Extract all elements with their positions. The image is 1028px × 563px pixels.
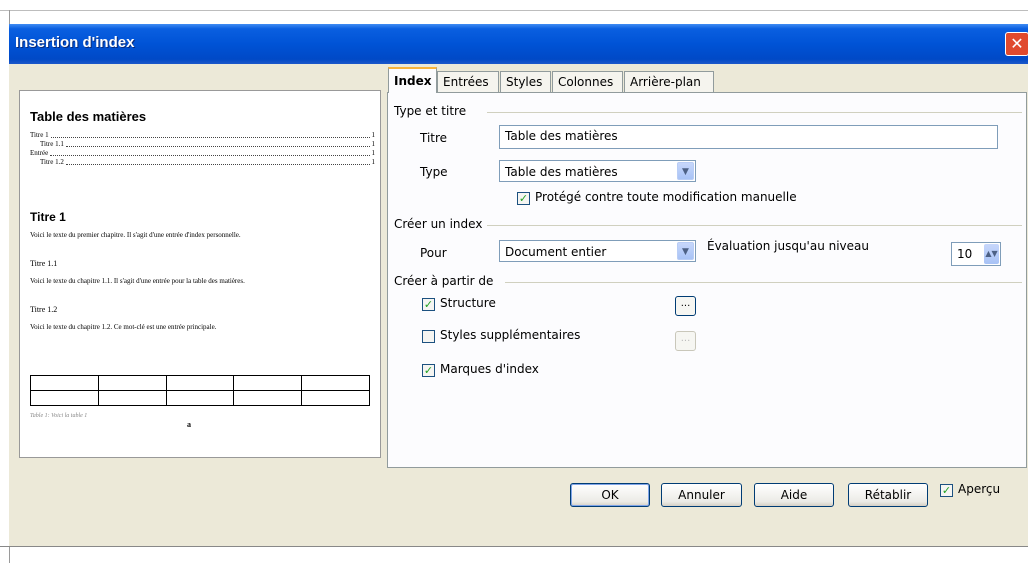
tab-label: Styles	[506, 75, 543, 89]
styles-supplementaires-checkbox[interactable]	[422, 330, 435, 343]
checkmark-icon: ✓	[423, 364, 434, 377]
styles-supplementaires-label: Styles supplémentaires	[440, 328, 580, 342]
group-header-text: Créer à partir de	[394, 274, 494, 288]
structure-label: Structure	[440, 296, 496, 310]
ellipsis-icon: ...	[680, 333, 691, 344]
type-label-text: Type	[420, 165, 448, 179]
pour-label: Pour	[420, 246, 447, 260]
help-button[interactable]: Aide	[754, 483, 834, 507]
evaluation-label: Évaluation jusqu'au niveau	[707, 239, 869, 253]
toc-entry-text: Titre 1.2	[40, 158, 64, 166]
preview-table	[30, 375, 370, 406]
tab-label: Index	[394, 74, 432, 88]
toc-entry-page: 1	[371, 140, 376, 148]
toc-entry-text: Titre 1.1	[40, 140, 64, 148]
preview-subheading: Titre 1.2	[30, 305, 58, 314]
preview-toc-title: Table des matières	[30, 109, 147, 124]
help-button-label: Aide	[780, 488, 808, 502]
ellipsis-icon: ...	[680, 298, 691, 309]
preview-body-text: Voici le texte du premier chapitre. Il s…	[30, 231, 241, 239]
styles-supplementaires-label-text: Styles supplémentaires	[440, 328, 581, 342]
apercu-label-text: Aperçu	[958, 482, 1001, 496]
tab-index[interactable]: Index	[388, 67, 437, 93]
pour-label-text: Pour	[420, 246, 447, 260]
toc-entry-text: Entrée	[30, 149, 49, 157]
tab-entrees[interactable]: Entrées	[437, 71, 499, 92]
group-separator	[487, 225, 1022, 226]
group-separator	[505, 282, 1022, 283]
cancel-button[interactable]: Annuler	[661, 483, 742, 507]
tab-label: Entrées	[443, 75, 489, 89]
preview-heading: Titre 1	[30, 210, 66, 224]
structure-label-text: Structure	[440, 296, 496, 310]
preview-subheading: Titre 1.1	[30, 259, 58, 268]
group-header-text: Type et titre	[394, 104, 467, 118]
checkmark-icon: ✓	[941, 484, 952, 497]
protect-label: Protégé contre toute modification manuel…	[535, 190, 797, 204]
preview-body-text: Voici le texte du chapitre 1.1. Il s'agi…	[30, 277, 245, 285]
pour-select-value: Document entier	[505, 245, 607, 259]
evaluation-label-text: Évaluation jusqu'au niveau	[707, 239, 869, 253]
preview-index-mark: a	[187, 420, 191, 429]
evaluation-level-spinner[interactable]: 10 ▲▼	[951, 242, 1001, 266]
window-title: Insertion d'index	[15, 34, 135, 51]
preview-body-text: Voici le texte du chapitre 1.2. Ce mot-c…	[30, 323, 217, 331]
ok-button[interactable]: OK	[570, 483, 650, 507]
checkmark-icon: ✓	[518, 192, 529, 205]
preview-toc-entry: Titre 1 1	[30, 131, 375, 139]
evaluation-level-value: 10	[957, 247, 973, 261]
marques-index-label: Marques d'index	[440, 362, 539, 376]
cancel-button-label: Annuler	[678, 488, 725, 502]
tab-styles[interactable]: Styles	[500, 71, 551, 92]
tab-label: Colonnes	[558, 75, 614, 89]
titre-input[interactable]: Table des matières	[499, 125, 998, 149]
close-icon: ✕	[1010, 34, 1024, 53]
protect-label-text: Protégé contre toute modification manuel…	[535, 190, 797, 204]
structure-browse-button[interactable]: ...	[675, 296, 696, 316]
protect-checkbox[interactable]: ✓	[517, 192, 530, 205]
styles-browse-button[interactable]: ...	[675, 331, 696, 351]
preview-table-caption: Table 1: Voici la table 1	[30, 413, 88, 419]
group-header-type-titre: Type et titre	[394, 104, 466, 118]
reset-button[interactable]: Rétablir	[848, 483, 928, 507]
background-divider-bottom	[0, 546, 1028, 547]
type-label: Type	[420, 165, 448, 179]
preview-toc-entry: Titre 1.1 1	[40, 140, 375, 148]
preview-toc-entry: Titre 1.2 1	[40, 158, 375, 166]
close-button[interactable]: ✕	[1005, 32, 1028, 56]
apercu-checkbox[interactable]: ✓	[940, 484, 953, 497]
marques-index-label-text: Marques d'index	[440, 362, 539, 376]
structure-checkbox[interactable]: ✓	[422, 298, 435, 311]
toc-entry-page: 1	[371, 131, 376, 139]
dialog-window: Insertion d'index ✕ Table des matières T…	[9, 24, 1028, 546]
pour-select[interactable]: Document entier ▼	[499, 240, 696, 262]
ok-button-label: OK	[601, 488, 619, 502]
checkmark-icon: ✓	[423, 298, 434, 311]
preview-pane: Table des matières Titre 1 1 Titre 1.1 1 E…	[19, 90, 381, 458]
background-divider-top	[0, 10, 1028, 11]
titre-input-value: Table des matières	[505, 129, 618, 143]
group-separator	[487, 112, 1022, 113]
tab-label: Arrière-plan	[630, 75, 701, 89]
preview-toc-entry: Entrée 1	[30, 149, 375, 157]
chevron-down-icon[interactable]: ▼	[677, 162, 694, 180]
spin-arrows-icon[interactable]: ▲▼	[984, 244, 999, 264]
toc-entry-page: 1	[371, 158, 376, 166]
apercu-label: Aperçu	[958, 482, 1000, 496]
group-header-creer-partir: Créer à partir de	[394, 274, 493, 288]
group-header-creer-index: Créer un index	[394, 217, 482, 231]
toc-entry-page: 1	[371, 149, 376, 157]
tab-arriere-plan[interactable]: Arrière-plan	[624, 71, 714, 92]
toc-entry-text: Titre 1	[30, 131, 49, 139]
tab-colonnes[interactable]: Colonnes	[552, 71, 623, 92]
type-select[interactable]: Table des matières ▼	[499, 160, 696, 182]
titre-label: Titre	[420, 131, 447, 145]
reset-button-label: Rétablir	[864, 488, 912, 502]
marques-index-checkbox[interactable]: ✓	[422, 364, 435, 377]
titre-label-text: Titre	[420, 131, 448, 145]
chevron-down-icon[interactable]: ▼	[677, 242, 694, 260]
title-bar[interactable]: Insertion d'index ✕	[9, 24, 1028, 64]
type-select-value: Table des matières	[505, 165, 618, 179]
group-header-text: Créer un index	[394, 217, 483, 231]
